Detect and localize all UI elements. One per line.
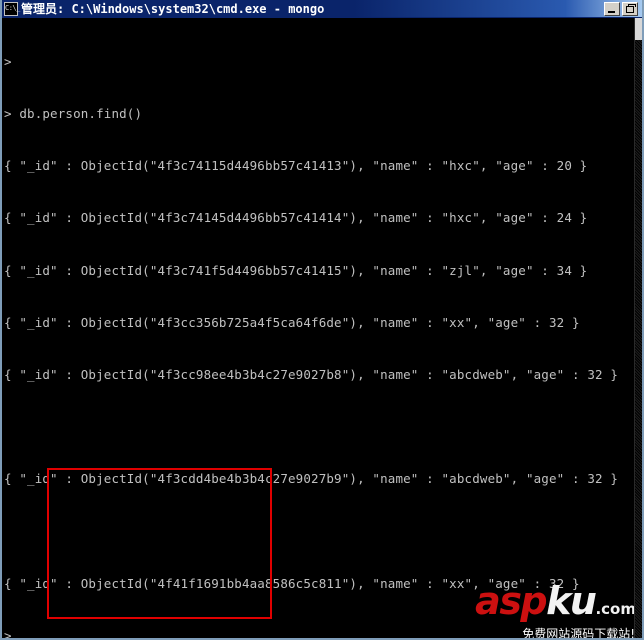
window-titlebar[interactable]: 管理员: C:\Windows\system32\cmd.exe - mongo: [2, 0, 642, 18]
terminal-line: > db.person.find(): [4, 106, 143, 122]
window-controls: [604, 1, 640, 16]
terminal-text: > > db.person.find() { "_id" : ObjectId(…: [4, 18, 632, 638]
watermark-subtitle: 免费网站源码下载站!: [522, 627, 635, 638]
terminal-line: { "_id" : ObjectId("4f3c74115d4496bb57c4…: [4, 158, 588, 174]
window-title: 管理员: C:\Windows\system32\cmd.exe - mongo: [21, 2, 325, 16]
console-output-area[interactable]: > > db.person.find() { "_id" : ObjectId(…: [2, 18, 642, 638]
terminal-line: { "_id" : ObjectId("4f3cc98ee4b3b4c27e90…: [4, 367, 619, 383]
scrollbar-track[interactable]: [635, 40, 642, 638]
minimize-button[interactable]: [604, 1, 620, 16]
console-window: 管理员: C:\Windows\system32\cmd.exe - mongo…: [0, 0, 644, 640]
cmd-console-icon: [4, 1, 20, 16]
terminal-line: { "_id" : ObjectId("4f3c741f5d4496bb57c4…: [4, 262, 588, 278]
scrollbar-thumb[interactable]: [635, 18, 642, 40]
watermark-brand-white: ku: [546, 579, 597, 623]
terminal-line: >: [4, 53, 12, 69]
restore-button[interactable]: [622, 1, 638, 16]
vertical-scrollbar[interactable]: [634, 18, 642, 638]
restore-icon: [626, 3, 636, 13]
minimize-icon: [608, 10, 615, 13]
terminal-line: { "_id" : ObjectId("4f3c74145d4496bb57c4…: [4, 210, 588, 226]
terminal-line: { "_id" : ObjectId("4f3cc356b725a4f5ca64…: [4, 314, 580, 330]
site-watermark: aspku.com 免费网站源码下载站!: [442, 582, 638, 638]
watermark-brand-red: asp: [475, 579, 547, 623]
watermark-tld: .com: [595, 600, 636, 618]
watermark-brand: aspku.com: [442, 582, 638, 628]
terminal-line: { "_id" : ObjectId("4f3cdd4be4b3b4c27e90…: [4, 471, 619, 487]
